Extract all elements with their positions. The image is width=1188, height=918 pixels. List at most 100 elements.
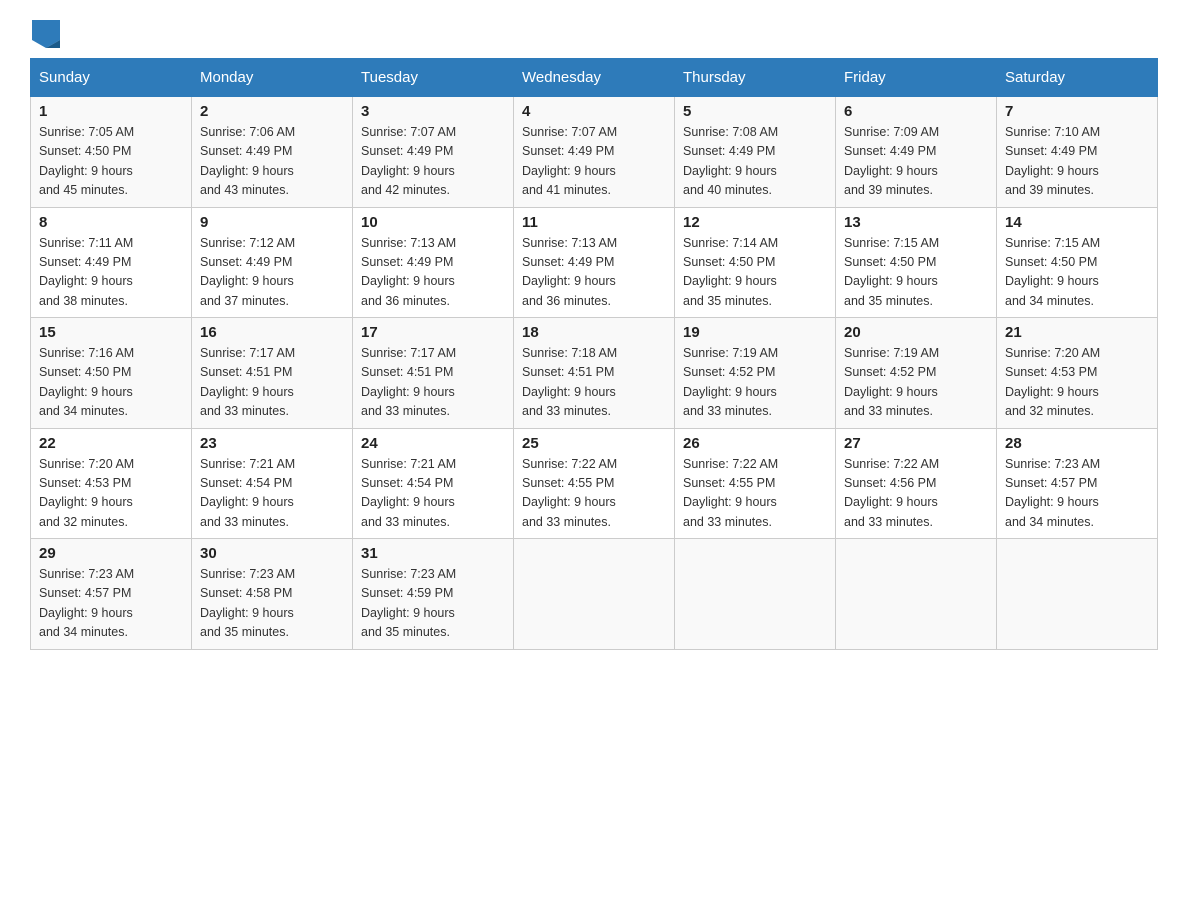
day-info-line: Daylight: 9 hours <box>361 274 455 288</box>
day-info-line: Sunrise: 7:21 AM <box>200 457 295 471</box>
day-info-line: Sunset: 4:50 PM <box>1005 255 1097 269</box>
day-info-line: Sunrise: 7:07 AM <box>361 125 456 139</box>
day-number: 10 <box>361 214 505 231</box>
day-info-minutes: and 43 minutes. <box>200 183 289 197</box>
day-info: Sunrise: 7:05 AMSunset: 4:50 PMDaylight:… <box>39 123 183 201</box>
day-info-minutes: and 33 minutes. <box>361 515 450 529</box>
day-info-line: Sunset: 4:50 PM <box>683 255 775 269</box>
day-info-line: Sunrise: 7:17 AM <box>200 346 295 360</box>
day-info: Sunrise: 7:17 AMSunset: 4:51 PMDaylight:… <box>200 344 344 422</box>
day-number: 22 <box>39 435 183 452</box>
day-info-line: Daylight: 9 hours <box>1005 385 1099 399</box>
day-info-line: Sunset: 4:54 PM <box>361 476 453 490</box>
day-info-line: Sunrise: 7:10 AM <box>1005 125 1100 139</box>
day-info-line: Daylight: 9 hours <box>844 164 938 178</box>
day-info-line: Sunrise: 7:23 AM <box>200 567 295 581</box>
day-info: Sunrise: 7:23 AM Sunset: 4:59 PM Daylight:… <box>361 565 505 643</box>
day-info-line: Sunrise: 7:14 AM <box>683 236 778 250</box>
day-info-line: Daylight: 9 hours <box>522 274 616 288</box>
day-number: 24 <box>361 435 505 452</box>
day-info-line: Daylight: 9 hours <box>39 495 133 509</box>
day-info: Sunrise: 7:18 AMSunset: 4:51 PMDaylight:… <box>522 344 666 422</box>
weekday-header-sunday: Sunday <box>31 59 192 97</box>
logo-icon <box>32 20 60 48</box>
day-info-minutes: and 33 minutes. <box>683 515 772 529</box>
day-number: 12 <box>683 214 827 231</box>
day-number: 26 <box>683 435 827 452</box>
day-info-minutes: and 39 minutes. <box>844 183 933 197</box>
day-info: Sunrise: 7:06 AMSunset: 4:49 PMDaylight:… <box>200 123 344 201</box>
day-info-line: Sunrise: 7:23 AM <box>1005 457 1100 471</box>
day-info-line: Daylight: 9 hours <box>361 385 455 399</box>
day-info: Sunrise: 7:16 AMSunset: 4:50 PMDaylight:… <box>39 344 183 422</box>
day-info-line: Daylight: 9 hours <box>683 495 777 509</box>
day-info: Sunrise: 7:22 AMSunset: 4:56 PMDaylight:… <box>844 455 988 533</box>
day-number: 2 <box>200 103 344 120</box>
day-info: Sunrise: 7:17 AMSunset: 4:51 PMDaylight:… <box>361 344 505 422</box>
calendar-cell: 26Sunrise: 7:22 AMSunset: 4:55 PMDayligh… <box>675 428 836 539</box>
day-number: 13 <box>844 214 988 231</box>
day-info: Sunrise: 7:15 AMSunset: 4:50 PMDaylight:… <box>844 234 988 312</box>
calendar-cell: 14Sunrise: 7:15 AMSunset: 4:50 PMDayligh… <box>997 207 1158 318</box>
calendar-cell: 16Sunrise: 7:17 AMSunset: 4:51 PMDayligh… <box>192 318 353 429</box>
day-info-line: Sunrise: 7:08 AM <box>683 125 778 139</box>
day-info-line: Daylight: 9 hours <box>361 606 455 620</box>
day-info-minutes: and 45 minutes. <box>39 183 128 197</box>
day-info-minutes: and 35 minutes. <box>361 625 450 639</box>
day-info-minutes: and 33 minutes. <box>522 404 611 418</box>
calendar-cell: 23Sunrise: 7:21 AMSunset: 4:54 PMDayligh… <box>192 428 353 539</box>
calendar-cell: 20Sunrise: 7:19 AMSunset: 4:52 PMDayligh… <box>836 318 997 429</box>
calendar-cell: 31 Sunrise: 7:23 AM Sunset: 4:59 PM Dayligh… <box>353 539 514 650</box>
day-info-line: Daylight: 9 hours <box>683 274 777 288</box>
day-info-line: Sunrise: 7:23 AM <box>361 567 456 581</box>
day-info-line: Sunrise: 7:22 AM <box>522 457 617 471</box>
day-info: Sunrise: 7:21 AMSunset: 4:54 PMDaylight:… <box>361 455 505 533</box>
day-info-line: Sunrise: 7:11 AM <box>39 236 133 250</box>
day-info: Sunrise: 7:20 AMSunset: 4:53 PMDaylight:… <box>39 455 183 533</box>
day-info-line: Sunrise: 7:15 AM <box>844 236 939 250</box>
day-info-minutes: and 38 minutes. <box>39 294 128 308</box>
day-info-line: Sunset: 4:52 PM <box>683 365 775 379</box>
day-info-minutes: and 39 minutes. <box>1005 183 1094 197</box>
day-info-line: Sunrise: 7:07 AM <box>522 125 617 139</box>
day-info-line: Sunrise: 7:06 AM <box>200 125 295 139</box>
calendar-cell: 8 Sunrise: 7:11 AMSunset: 4:49 PMDaylight… <box>31 207 192 318</box>
calendar-week-row: 1Sunrise: 7:05 AMSunset: 4:50 PMDaylight… <box>31 97 1158 208</box>
calendar-cell <box>997 539 1158 650</box>
day-info: Sunrise: 7:19 AMSunset: 4:52 PMDaylight:… <box>683 344 827 422</box>
day-info-line: Sunset: 4:58 PM <box>200 586 292 600</box>
day-number: 8 <box>39 214 183 231</box>
day-info-line: Sunset: 4:59 PM <box>361 586 453 600</box>
calendar-week-row: 22 Sunrise: 7:20 AMSunset: 4:53 PMDayligh… <box>31 428 1158 539</box>
day-info-line: Sunset: 4:49 PM <box>522 144 614 158</box>
calendar-cell: 30Sunrise: 7:23 AMSunset: 4:58 PMDayligh… <box>192 539 353 650</box>
day-info-line: Sunrise: 7:18 AM <box>522 346 617 360</box>
day-number: 7 <box>1005 103 1149 120</box>
day-info: Sunrise: 7:11 AMSunset: 4:49 PMDaylight:… <box>39 234 183 312</box>
day-info-line: Daylight: 9 hours <box>1005 164 1099 178</box>
day-info-line: Daylight: 9 hours <box>1005 495 1099 509</box>
calendar-week-row: 8 Sunrise: 7:11 AMSunset: 4:49 PMDaylight… <box>31 207 1158 318</box>
day-info-line: Sunset: 4:49 PM <box>200 144 292 158</box>
day-info-line: Sunset: 4:51 PM <box>522 365 614 379</box>
day-info-line: Sunset: 4:54 PM <box>200 476 292 490</box>
day-info-line: Sunrise: 7:22 AM <box>844 457 939 471</box>
calendar-cell: 18Sunrise: 7:18 AMSunset: 4:51 PMDayligh… <box>514 318 675 429</box>
day-number: 28 <box>1005 435 1149 452</box>
day-info-line: Daylight: 9 hours <box>200 606 294 620</box>
day-number: 31 <box>361 545 505 562</box>
day-info-line: Sunset: 4:51 PM <box>200 365 292 379</box>
day-info-line: Daylight: 9 hours <box>1005 274 1099 288</box>
day-info: Sunrise: 7:21 AMSunset: 4:54 PMDaylight:… <box>200 455 344 533</box>
day-info-minutes: and 36 minutes. <box>522 294 611 308</box>
day-info-minutes: and 37 minutes. <box>200 294 289 308</box>
calendar-cell: 2Sunrise: 7:06 AMSunset: 4:49 PMDaylight… <box>192 97 353 208</box>
day-info: Sunrise: 7:19 AMSunset: 4:52 PMDaylight:… <box>844 344 988 422</box>
calendar-cell <box>514 539 675 650</box>
weekday-header-saturday: Saturday <box>997 59 1158 97</box>
day-info: Sunrise: 7:12 AMSunset: 4:49 PMDaylight:… <box>200 234 344 312</box>
calendar-week-row: 15Sunrise: 7:16 AMSunset: 4:50 PMDayligh… <box>31 318 1158 429</box>
calendar-cell: 3Sunrise: 7:07 AMSunset: 4:49 PMDaylight… <box>353 97 514 208</box>
calendar-cell: 27Sunrise: 7:22 AMSunset: 4:56 PMDayligh… <box>836 428 997 539</box>
day-info-line: Daylight: 9 hours <box>39 606 133 620</box>
